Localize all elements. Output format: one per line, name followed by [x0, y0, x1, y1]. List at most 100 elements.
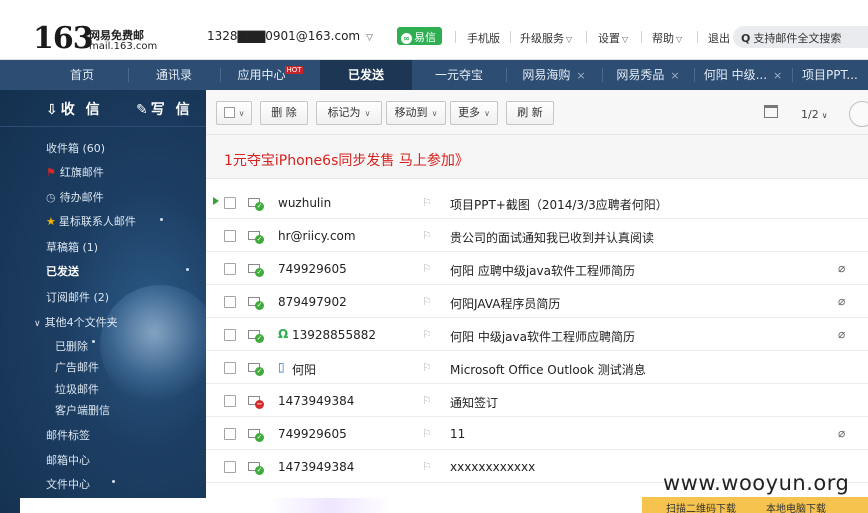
mark-as-button[interactable]: 标记为 ∨ [316, 101, 382, 125]
sender[interactable]: 1473949384 [278, 460, 354, 474]
row-checkbox[interactable] [224, 329, 236, 341]
sender[interactable]: 13928855882 [292, 328, 376, 342]
delete-button[interactable]: 删 除 [260, 101, 308, 125]
subject[interactable]: Microsoft Office Outlook 测试消息 [450, 361, 646, 378]
star-decoration [186, 268, 189, 271]
tab-app-center[interactable]: 应用中心HOT [220, 60, 320, 90]
sidebar-item-deleted[interactable]: 已删除 [55, 338, 88, 354]
sender[interactable]: 1473949384 [278, 394, 354, 408]
sidebar-item-starred[interactable]: ★ 星标联系人邮件 [46, 213, 136, 229]
flag-icon[interactable]: ⚐ [422, 460, 432, 473]
refresh-button[interactable]: 刷 新 [506, 101, 554, 125]
pagination-select[interactable]: 1/2 ∨ [801, 108, 828, 121]
sidebar-item-pending[interactable]: ◷ 待办邮件 [46, 189, 104, 205]
tab-label: 何阳 中级... [703, 68, 768, 82]
flag-icon[interactable]: ⚐ [422, 394, 432, 407]
local-download-link[interactable]: 本地电脑下载 [766, 500, 826, 513]
divider [586, 31, 587, 43]
table-row[interactable]: ✓ ▯ 何阳 ⚐ Microsoft Office Outlook 测试消息 [206, 351, 868, 384]
row-checkbox[interactable] [224, 263, 236, 275]
tab-contacts[interactable]: 通讯录 [128, 60, 220, 90]
sidebar-item-center[interactable]: 邮箱中心 [46, 452, 90, 468]
flag-icon[interactable]: ⚐ [422, 262, 432, 275]
table-row[interactable]: ✓ wuzhulin ⚐ 项目PPT+截图（2014/3/3应聘者何阳） [206, 186, 868, 219]
calendar-icon[interactable] [764, 105, 778, 118]
sidebar-item-other-folders[interactable]: ∨ 其他4个文件夹 [34, 314, 118, 330]
more-button[interactable]: 更多 ∨ [450, 101, 498, 125]
flag-icon[interactable]: ⚐ [422, 229, 432, 242]
tab-sent[interactable]: 已发送 [320, 60, 412, 90]
sidebar-item-flagged[interactable]: ⚑ 红旗邮件 [46, 164, 104, 180]
subject[interactable]: 何阳 应聘中级java软件工程师简历 [450, 262, 635, 279]
tab-message-ppt[interactable]: 项目PPT... [792, 60, 868, 90]
subject[interactable]: 11 [450, 427, 465, 441]
help-menu[interactable]: 帮助 ▽ [652, 30, 682, 46]
sender[interactable]: 749929605 [278, 262, 347, 276]
tab-haigou[interactable]: 网易海购 × [506, 60, 602, 90]
table-row[interactable]: ✓ 879497902 ⚐ 何阳JAVA程序员简历 ⌀ [206, 285, 868, 318]
move-to-button[interactable]: 移动到 ∨ [386, 101, 446, 125]
send-success-icon: ✓ [255, 301, 264, 310]
search-input[interactable]: Q 支持邮件全文搜索 [733, 26, 868, 48]
row-checkbox[interactable] [224, 428, 236, 440]
flag-icon[interactable]: ⚐ [422, 295, 432, 308]
subject[interactable]: 项目PPT+截图（2014/3/3应聘者何阳） [450, 196, 668, 213]
flag-icon[interactable]: ⚐ [422, 427, 432, 440]
sender[interactable]: wuzhulin [278, 196, 331, 210]
sidebar-item-client-deleted[interactable]: 客户端删信 [55, 402, 110, 418]
subject[interactable]: xxxxxxxxxxxx [450, 460, 535, 474]
mobile-link[interactable]: 手机版 [467, 30, 500, 46]
tab-home[interactable]: 首页 [36, 60, 128, 90]
divider [455, 31, 456, 43]
subject[interactable]: 贵公司的面试通知我已收到并认真阅读 [450, 229, 654, 246]
tab-xiupin[interactable]: 网易秀品 × [602, 60, 694, 90]
upgrade-menu[interactable]: 升级服务 ▽ [520, 30, 572, 46]
sender[interactable]: hr@riicy.com [278, 229, 356, 243]
close-icon[interactable]: × [576, 69, 585, 82]
select-all-checkbox[interactable]: ∨ [216, 101, 252, 125]
row-checkbox[interactable] [224, 362, 236, 374]
sender[interactable]: 879497902 [278, 295, 347, 309]
table-row[interactable]: ✓ 749929605 ⚐ 何阳 应聘中级java软件工程师简历 ⌀ [206, 252, 868, 285]
sidebar-item-ads[interactable]: 广告邮件 [55, 359, 99, 375]
table-row[interactable]: ✓ hr@riicy.com ⚐ 贵公司的面试通知我已收到并认真阅读 [206, 219, 868, 252]
subject[interactable]: 何阳JAVA程序员简历 [450, 295, 560, 312]
account-menu[interactable]: 1328▇▇▇0901@163.com ▽ [207, 29, 373, 43]
promo-link[interactable]: 1元夺宝iPhone6s同步发售 马上参加》 [224, 150, 469, 170]
row-checkbox[interactable] [224, 230, 236, 242]
sender[interactable]: 何阳 [292, 361, 316, 378]
sidebar-item-sent[interactable]: 已发送 [46, 263, 79, 279]
table-row[interactable]: ✓ 749929605 ⚐ 11 ⌀ [206, 417, 868, 450]
receive-button[interactable]: ⇩收 信 [46, 99, 103, 119]
subject[interactable]: 何阳 中级java软件工程师应聘简历 [450, 328, 635, 345]
settings-menu[interactable]: 设置 ▽ [598, 30, 628, 46]
table-row[interactable]: − 1473949384 ⚐ 通知签订 [206, 384, 868, 417]
close-icon[interactable]: × [670, 69, 679, 82]
sidebar-item-spam[interactable]: 垃圾邮件 [55, 381, 99, 397]
logo-domain[interactable]: mail.163.com [89, 41, 157, 52]
subject[interactable]: 通知签订 [450, 394, 498, 411]
sidebar-item-tags[interactable]: 邮件标签 [46, 427, 90, 443]
sender[interactable]: 749929605 [278, 427, 347, 441]
tab-message-heyang[interactable]: 何阳 中级... × [694, 60, 792, 90]
compose-button[interactable]: ✎写 信 [136, 99, 193, 119]
row-checkbox[interactable] [224, 296, 236, 308]
sidebar-item-drafts[interactable]: 草稿箱 (1) [46, 239, 98, 255]
close-icon[interactable]: × [773, 69, 782, 82]
logo-number[interactable]: 163 [33, 21, 94, 56]
tab-yiyuan-duobao[interactable]: 一元夺宝 [412, 60, 506, 90]
table-row[interactable]: ✓ Ω 13928855882 ⚐ 何阳 中级java软件工程师应聘简历 ⌀ [206, 318, 868, 351]
yixin-button[interactable]: ∞ 易信 [397, 27, 442, 45]
flag-icon[interactable]: ⚐ [422, 361, 432, 374]
sidebar-item-subscriptions[interactable]: 订阅邮件 (2) [46, 289, 109, 305]
row-checkbox[interactable] [224, 461, 236, 473]
qr-download-link[interactable]: 扫描二维码下载 [666, 500, 736, 513]
flag-icon[interactable]: ⚐ [422, 196, 432, 209]
flag-icon[interactable]: ⚐ [422, 328, 432, 341]
row-checkbox[interactable] [224, 197, 236, 209]
row-checkbox[interactable] [224, 395, 236, 407]
logout-link[interactable]: 退出 [708, 30, 730, 46]
next-page-button[interactable] [849, 101, 868, 127]
sidebar-item-files[interactable]: 文件中心 [46, 476, 90, 492]
sidebar-item-inbox[interactable]: 收件箱 (60) [46, 140, 105, 156]
